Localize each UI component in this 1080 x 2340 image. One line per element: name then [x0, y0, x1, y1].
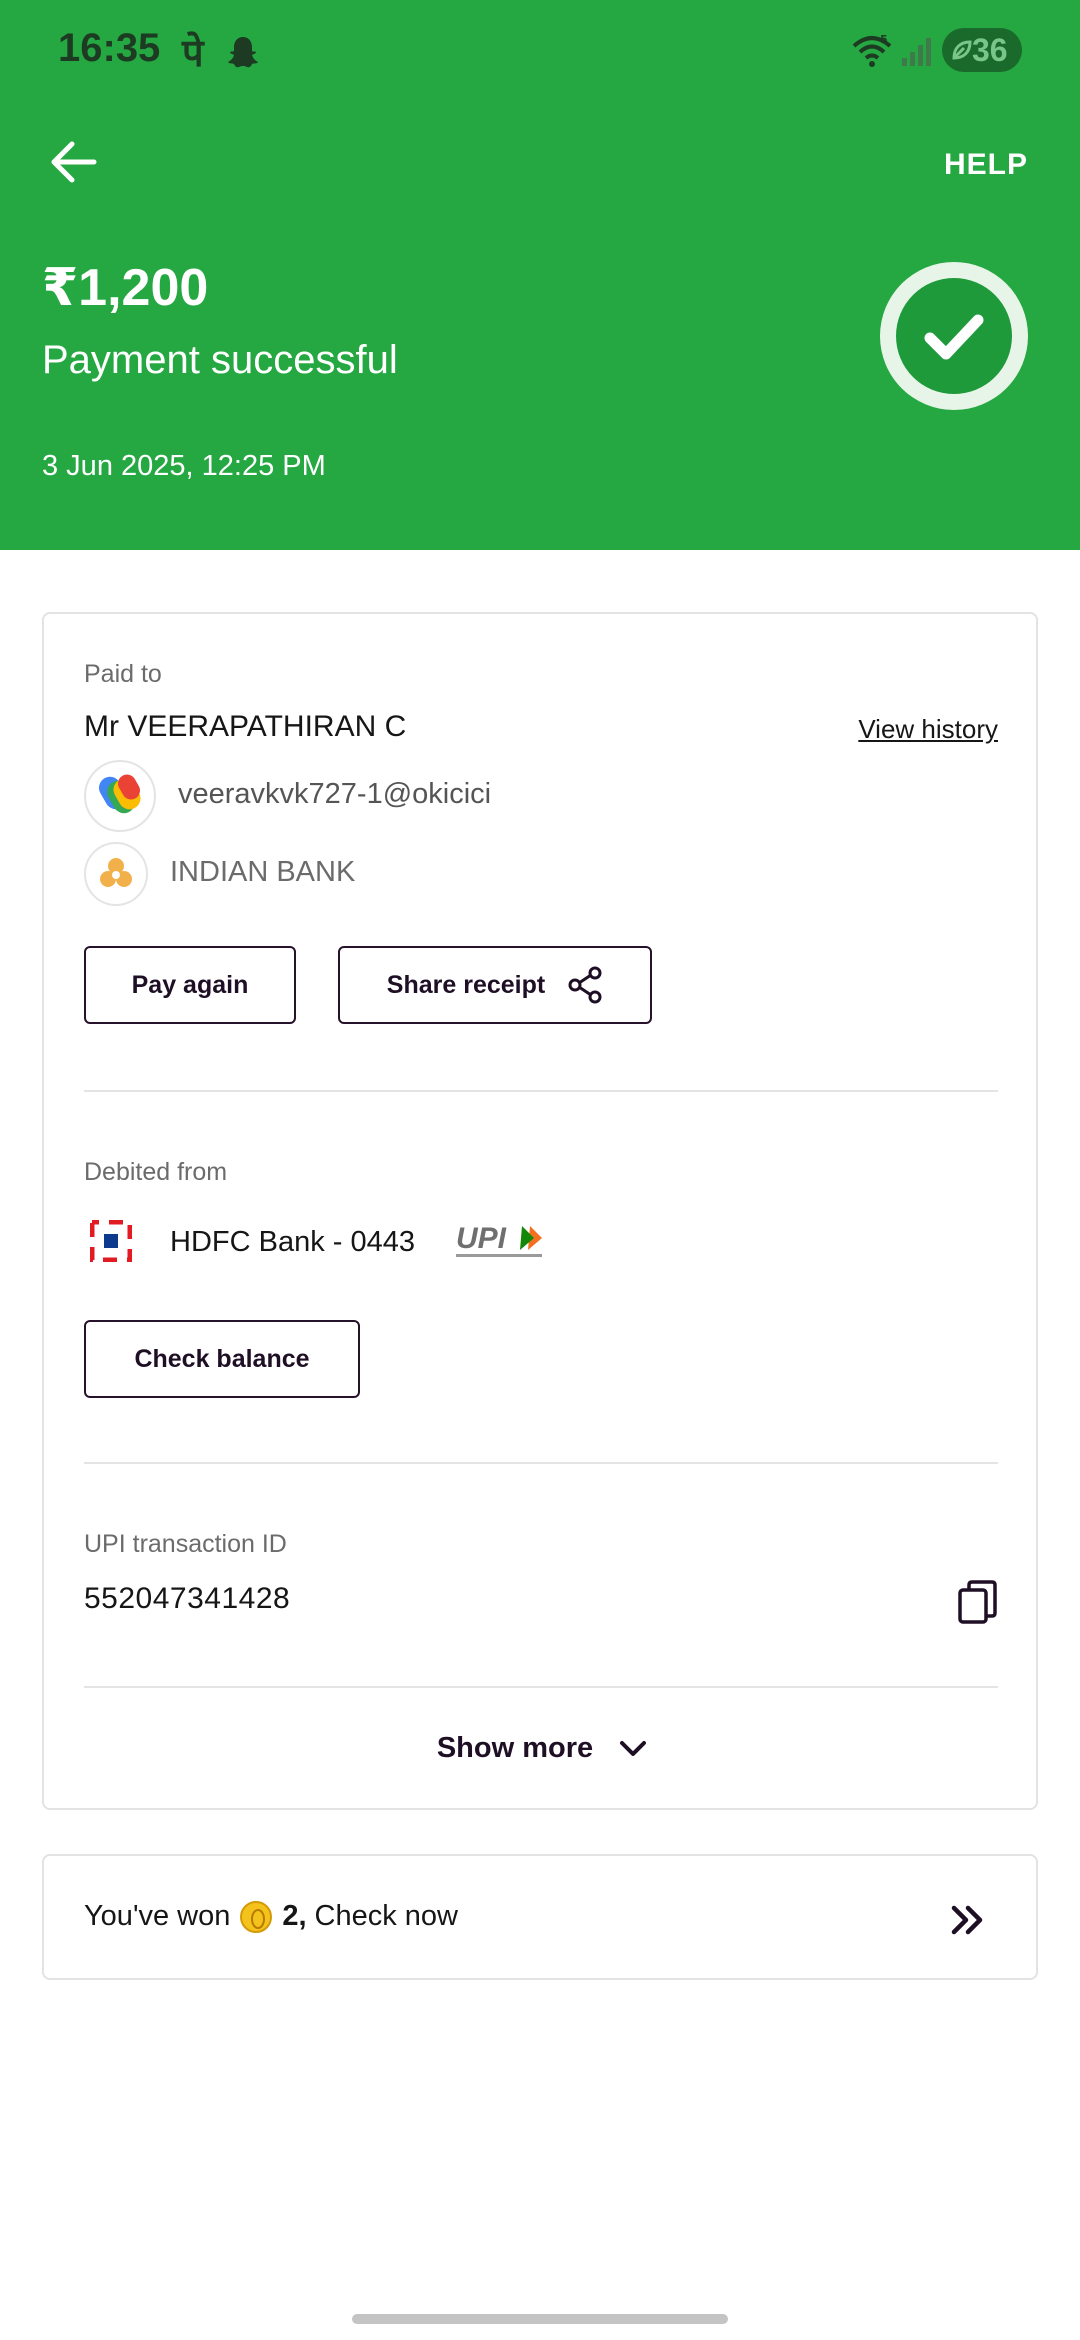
divider [84, 1090, 998, 1092]
check-balance-label: Check balance [134, 1344, 310, 1373]
copy-icon[interactable] [958, 1580, 998, 1626]
help-button[interactable]: HELP [944, 148, 1028, 182]
transaction-details-card: Paid to Mr VEERAPATHIRAN C View history … [42, 612, 1038, 1810]
check-balance-button[interactable]: Check balance [84, 1320, 360, 1398]
payee-name: Mr VEERAPATHIRAN C [84, 710, 407, 743]
reward-amount: 2, [282, 1900, 307, 1932]
battery-indicator: 36 [942, 28, 1022, 72]
payment-status: Payment successful [42, 338, 398, 382]
payment-datetime: 3 Jun 2025, 12:25 PM [42, 450, 326, 482]
paid-to-label: Paid to [84, 660, 162, 688]
battery-level: 36 [972, 32, 1008, 68]
upi-transaction-id-label: UPI transaction ID [84, 1530, 287, 1558]
pay-again-label: Pay again [131, 970, 249, 999]
divider [84, 1686, 998, 1688]
indian-bank-logo-icon [84, 842, 148, 906]
svg-text:UPI: UPI [456, 1222, 507, 1255]
reward-cta: Check now [314, 1900, 459, 1932]
upi-transaction-id: 552047341428 [84, 1582, 291, 1615]
payment-amount: ₹1,200 [42, 259, 209, 317]
status-bar: 16:35 पे 5 36 [0, 0, 1080, 104]
coin-icon [240, 1900, 273, 1933]
view-history-link[interactable]: View history [858, 714, 998, 745]
snapchat-icon [228, 37, 258, 68]
reward-text: You've won 2, Check now [84, 1900, 458, 1933]
payment-header: 16:35 पे 5 36 HELP ₹1,200 Payment succes… [0, 0, 1080, 550]
payee-bank-name: INDIAN BANK [170, 856, 356, 888]
app-indicator: पे [182, 31, 204, 75]
debit-account-name: HDFC Bank - 0443 [170, 1226, 415, 1258]
svg-text:5: 5 [880, 33, 888, 46]
show-more-label: Show more [436, 1732, 594, 1764]
wifi-icon: 5 [852, 33, 892, 67]
share-receipt-label: Share receipt [386, 970, 546, 999]
payee-upi-id: veeravkvk727-1@okicici [178, 778, 492, 810]
home-indicator[interactable] [352, 2314, 728, 2324]
share-receipt-button[interactable]: Share receipt [338, 946, 652, 1024]
signal-icon [902, 38, 931, 66]
reward-banner[interactable]: You've won 2, Check now [42, 1854, 1038, 1980]
google-pay-logo-icon [84, 760, 156, 832]
back-arrow-icon[interactable] [46, 134, 102, 190]
double-chevron-right-icon[interactable] [948, 1900, 988, 1940]
divider [84, 1462, 998, 1464]
hdfc-bank-logo-icon [90, 1220, 132, 1262]
success-check-icon [880, 262, 1028, 410]
reward-prefix: You've won [84, 1900, 231, 1932]
show-more-button[interactable]: Show more [44, 1732, 1040, 1765]
status-time: 16:35 [58, 26, 161, 70]
debited-from-label: Debited from [84, 1158, 228, 1186]
upi-logo-icon: UPI [456, 1222, 542, 1257]
battery-saver-icon [952, 40, 972, 60]
chevron-down-icon [620, 1741, 647, 1757]
share-icon [568, 966, 602, 1004]
pay-again-button[interactable]: Pay again [84, 946, 296, 1024]
